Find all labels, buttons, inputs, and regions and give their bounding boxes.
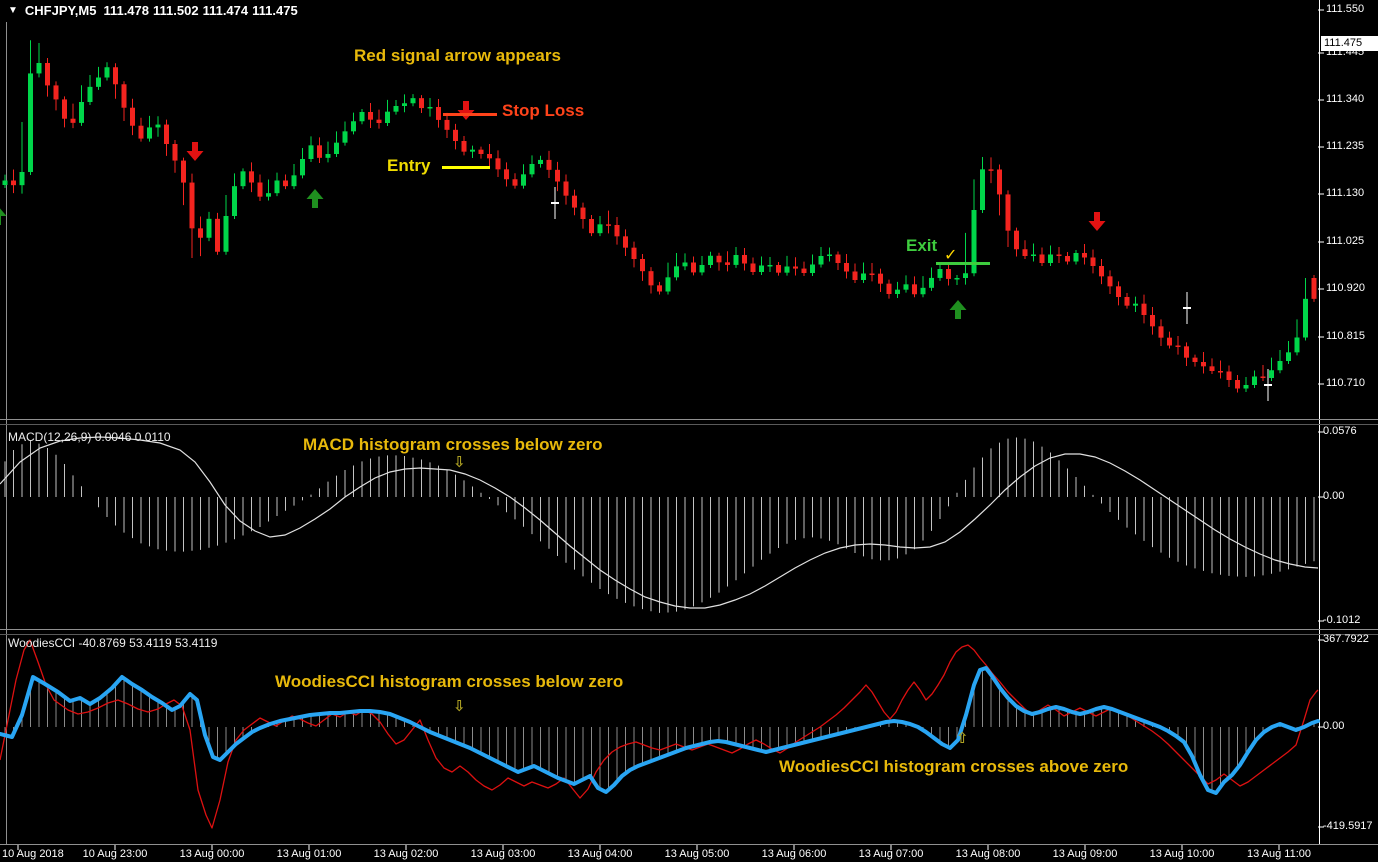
chevron-down-icon[interactable]: ▼	[8, 5, 18, 16]
price-axis-label: 110.815	[1326, 330, 1365, 342]
ohlc-low: 111.474	[203, 3, 249, 18]
macd-axis-label: 0.0576	[1323, 425, 1357, 437]
annotation-stop-loss: Stop Loss	[502, 101, 584, 121]
cci-axis-label: 367.7922	[1323, 633, 1369, 645]
chart-title-bar: ▼ CHFJPY,M5 111.478 111.502 111.474 111.…	[8, 3, 298, 18]
time-axis-label: 13 Aug 02:00	[364, 848, 448, 860]
price-axis-label: 110.920	[1326, 282, 1365, 294]
annotation-cci-above: WoodiesCCI histogram crosses above zero	[779, 757, 1128, 777]
time-axis-label: 13 Aug 05:00	[655, 848, 739, 860]
down-arrow-hollow-icon-macd: ⇩	[453, 453, 466, 471]
down-arrow-hollow-icon-cci: ⇩	[453, 697, 466, 715]
macd-axis-label: -0.1012	[1323, 614, 1360, 626]
time-axis-label: 10 Aug 23:00	[73, 848, 157, 860]
annotation-macd-cross: MACD histogram crosses below zero	[303, 435, 602, 455]
time-axis-label: 13 Aug 08:00	[946, 848, 1030, 860]
time-axis-label: 13 Aug 00:00	[170, 848, 254, 860]
symbol-timeframe: CHFJPY,M5	[25, 3, 97, 18]
price-axis-label: 111.235	[1326, 140, 1364, 152]
macd-panel-area[interactable]	[0, 427, 1319, 628]
annotation-red-signal: Red signal arrow appears	[354, 46, 561, 66]
price-axis-label: 111.550	[1326, 3, 1364, 15]
time-axis-label: 13 Aug 11:00	[1237, 848, 1321, 860]
annotation-exit: Exit	[906, 236, 937, 256]
exit-line[interactable]	[936, 262, 990, 265]
current-price-box: 111.475	[1321, 36, 1378, 51]
time-axis-label: 13 Aug 04:00	[558, 848, 642, 860]
time-axis-label: 13 Aug 03:00	[461, 848, 545, 860]
price-axis-label: 110.710	[1326, 377, 1365, 389]
macd-label: MACD(12,26,9) 0.0046 0.0110	[8, 430, 171, 444]
price-chart-area[interactable]	[0, 22, 1319, 417]
cci-panel-area[interactable]	[0, 636, 1319, 845]
ohlc-close: 111.475	[252, 3, 298, 18]
annotation-cci-below: WoodiesCCI histogram crosses below zero	[275, 672, 623, 692]
time-axis-label: 13 Aug 10:00	[1140, 848, 1224, 860]
time-axis-label: 13 Aug 01:00	[267, 848, 351, 860]
mt4-chart-window: ▼ CHFJPY,M5 111.478 111.502 111.474 111.…	[0, 0, 1378, 862]
macd-axis-label: 0.00	[1323, 490, 1344, 502]
ohlc-open: 111.478	[103, 3, 149, 18]
cci-axis-label: -419.5917	[1323, 820, 1373, 832]
annotation-entry: Entry	[387, 156, 430, 176]
up-arrow-hollow-icon-cci: ⇧	[956, 729, 969, 747]
stop-loss-line[interactable]	[443, 113, 497, 116]
cci-axis-label: 0.00	[1323, 720, 1344, 732]
entry-line[interactable]	[442, 166, 490, 169]
time-axis-label: 13 Aug 09:00	[1043, 848, 1127, 860]
price-axis-label: 111.025	[1326, 235, 1364, 247]
time-axis-label: 13 Aug 07:00	[849, 848, 933, 860]
ohlc-high: 111.502	[153, 3, 199, 18]
price-axis[interactable]	[1320, 0, 1378, 845]
price-axis-label: 111.340	[1326, 93, 1364, 105]
cci-label: WoodiesCCI -40.8769 53.4119 53.4119	[8, 636, 217, 650]
time-axis-label: 13 Aug 06:00	[752, 848, 836, 860]
price-axis-label: 111.130	[1326, 187, 1364, 199]
